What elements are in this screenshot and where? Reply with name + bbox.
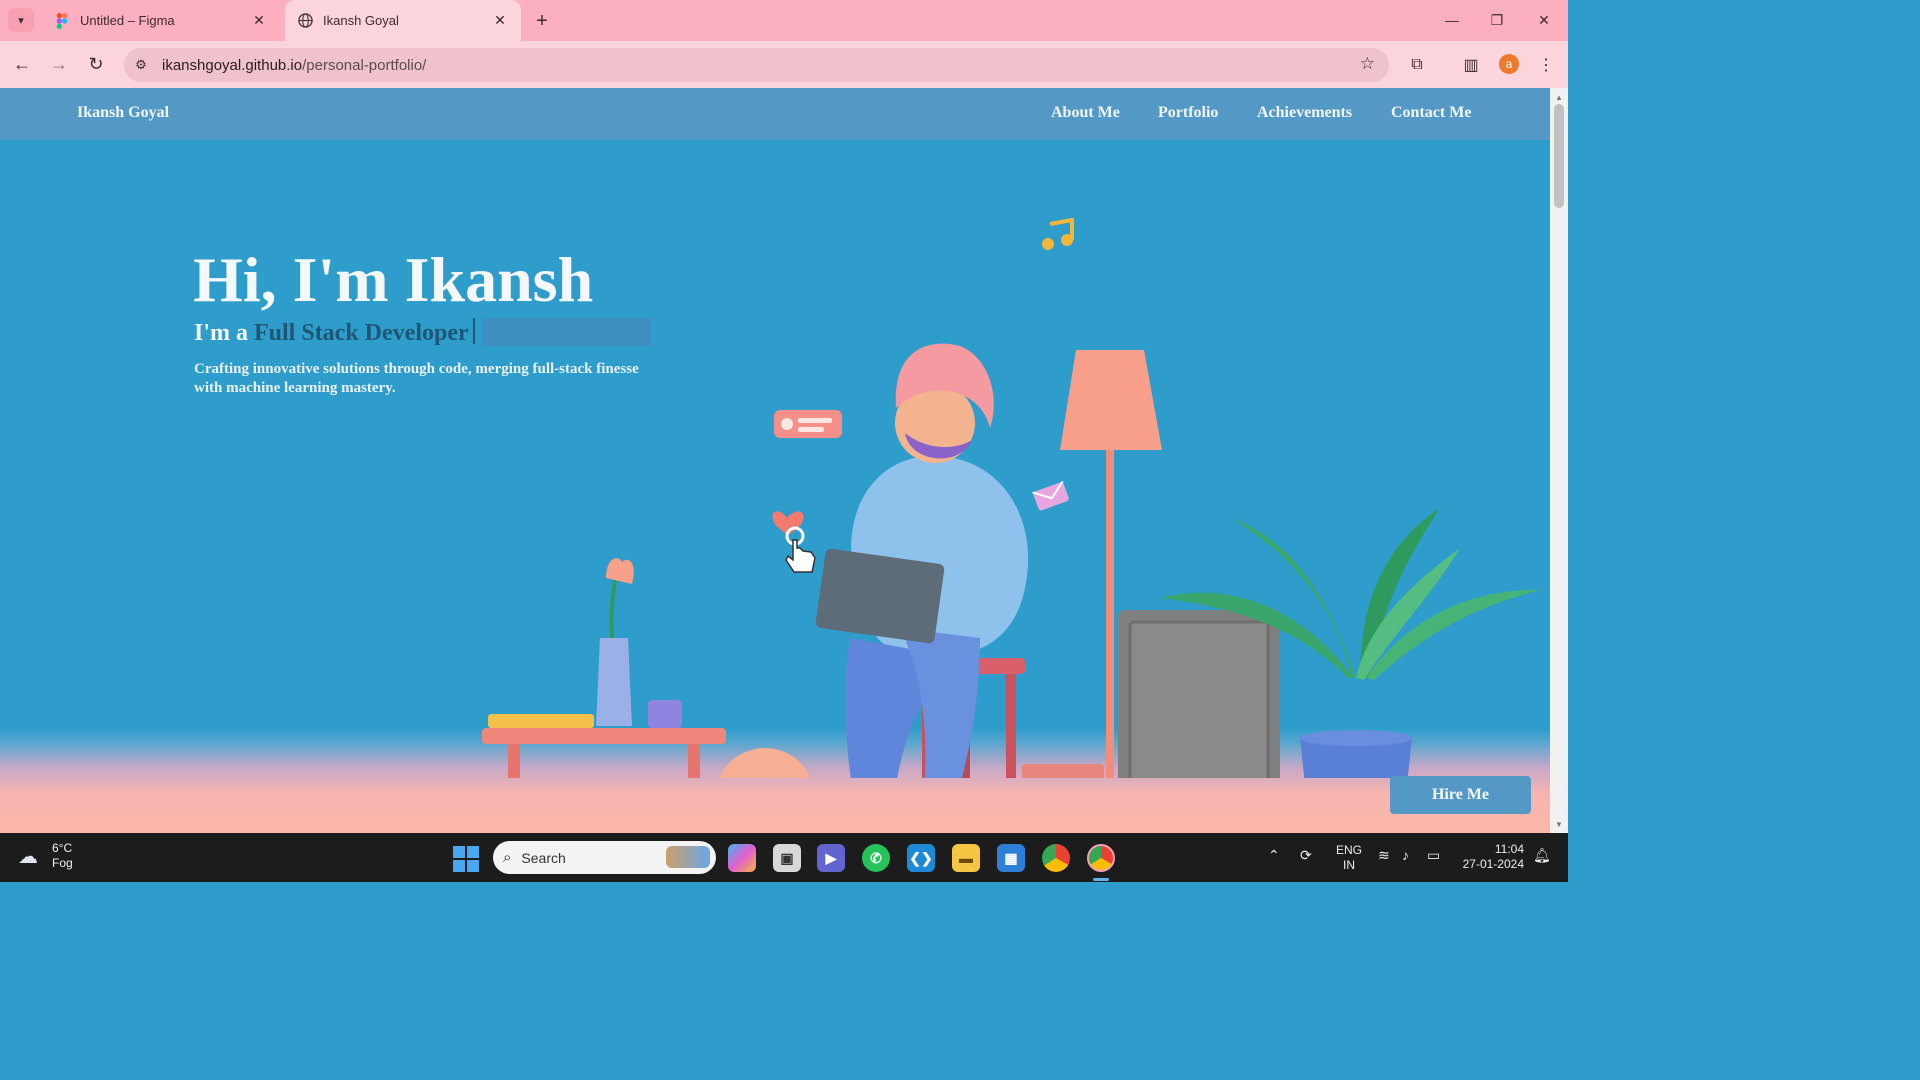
chat-bubble-icon bbox=[774, 410, 842, 438]
address-bar[interactable]: ⚙ ikanshgoyal.github.io/personal-portfol… bbox=[124, 48, 1389, 82]
battery-icon[interactable]: ▭ bbox=[1427, 847, 1440, 864]
music-note-icon bbox=[1042, 218, 1074, 250]
new-tab-button[interactable]: + bbox=[530, 9, 554, 33]
site-navbar: Ikansh Goyal About Me Portfolio Achievem… bbox=[0, 88, 1550, 140]
restore-window-icon[interactable]: ❐ bbox=[1482, 8, 1512, 32]
clock-time: 11:04 bbox=[1494, 842, 1524, 856]
site-brand[interactable]: Ikansh Goyal bbox=[77, 104, 169, 122]
side-panel-icon[interactable]: ▥ bbox=[1459, 53, 1483, 77]
figma-icon bbox=[54, 12, 70, 29]
typed-role-text: Full Stack Developer bbox=[254, 320, 469, 346]
globe-icon bbox=[297, 13, 313, 29]
weather-widget[interactable]: ☁ 6°C Fog bbox=[18, 841, 73, 871]
tab-ikansh-goyal[interactable]: Ikansh Goyal ✕ bbox=[285, 0, 521, 41]
language-indicator[interactable]: ENG IN bbox=[1336, 843, 1362, 873]
site-info-icon[interactable]: ⚙ bbox=[126, 50, 156, 80]
notification-bell-icon[interactable]: 🔔︎ bbox=[1533, 847, 1551, 864]
tab-strip: ▾ Untitled – Figma ✕ Ikansh Goyal ✕ + — … bbox=[0, 0, 1568, 41]
peach-ball bbox=[719, 748, 811, 778]
fog-cloud-icon: ☁ bbox=[18, 845, 38, 868]
nav-link-portfolio[interactable]: Portfolio bbox=[1158, 104, 1218, 122]
search-label: Search bbox=[521, 849, 566, 866]
weather-temperature: 6°C bbox=[52, 841, 73, 855]
developer-illustration bbox=[482, 218, 1540, 778]
minimize-window-icon[interactable]: — bbox=[1437, 8, 1467, 32]
windows-taskbar: ☁ 6°C Fog ⌕ Search ▣ ▶ ✆ ❮❯ ▬ ▦ ⌃ ⟳ ENG … bbox=[0, 833, 1568, 882]
url-text[interactable]: ikanshgoyal.github.io/personal-portfolio… bbox=[162, 57, 426, 74]
nav-link-contact-me[interactable]: Contact Me bbox=[1391, 104, 1471, 122]
browser-toolbar: ← → ↻ ⚙ ikanshgoyal.github.io/personal-p… bbox=[0, 41, 1568, 88]
tab-search-button[interactable]: ▾ bbox=[8, 8, 34, 32]
extensions-icon[interactable]: ⧉ bbox=[1405, 53, 1429, 77]
whatsapp-icon[interactable]: ✆ bbox=[862, 844, 890, 872]
side-table bbox=[482, 558, 726, 778]
reload-icon[interactable]: ↻ bbox=[83, 51, 109, 77]
pointer-hand-icon bbox=[785, 526, 816, 573]
back-arrow-icon[interactable]: ← bbox=[9, 51, 35, 77]
tab-title: Untitled – Figma bbox=[80, 13, 175, 28]
file-explorer-icon[interactable]: ▬ bbox=[952, 844, 980, 872]
close-tab-icon[interactable]: ✕ bbox=[250, 12, 268, 30]
windows-start-icon[interactable] bbox=[453, 846, 479, 872]
mail-icon bbox=[1032, 480, 1069, 511]
chrome-icon[interactable] bbox=[1042, 844, 1070, 872]
close-window-icon[interactable]: ✕ bbox=[1529, 8, 1559, 32]
hero-subtitle-prefix: I'm a bbox=[194, 320, 248, 346]
volume-icon[interactable]: ♪ bbox=[1402, 847, 1409, 863]
forward-arrow-icon[interactable]: → bbox=[46, 51, 72, 77]
copilot-icon[interactable] bbox=[728, 844, 756, 872]
page-scrollbar[interactable]: ▲ ▼ bbox=[1550, 88, 1568, 833]
scroll-thumb[interactable] bbox=[1554, 104, 1564, 208]
hire-me-button[interactable]: Hire Me bbox=[1390, 776, 1531, 814]
clock-date: 27-01-2024 bbox=[1462, 857, 1524, 871]
scroll-up-icon[interactable]: ▲ bbox=[1554, 92, 1564, 102]
tab-title: Ikansh Goyal bbox=[323, 13, 399, 28]
close-tab-icon[interactable]: ✕ bbox=[491, 12, 509, 30]
vscode-icon[interactable]: ❮❯ bbox=[907, 844, 935, 872]
nav-link-achievements[interactable]: Achievements bbox=[1257, 104, 1352, 122]
wifi-icon[interactable]: ≋ bbox=[1378, 847, 1390, 864]
teams-meet-icon[interactable]: ▶ bbox=[817, 844, 845, 872]
scroll-down-icon[interactable]: ▼ bbox=[1554, 819, 1564, 829]
nav-link-about-me[interactable]: About Me bbox=[1051, 104, 1120, 122]
bookmark-star-icon[interactable]: ☆ bbox=[1360, 54, 1375, 74]
taskbar-search[interactable]: ⌕ Search bbox=[493, 841, 716, 874]
task-view-icon[interactable]: ▣ bbox=[773, 844, 801, 872]
page-viewport: Ikansh Goyal About Me Portfolio Achievem… bbox=[0, 88, 1550, 833]
search-icon: ⌕ bbox=[503, 849, 512, 866]
tab-figma[interactable]: Untitled – Figma ✕ bbox=[42, 0, 280, 41]
pink-box bbox=[1022, 764, 1104, 778]
chrome-profile-icon[interactable] bbox=[1087, 844, 1115, 872]
active-app-indicator bbox=[1093, 878, 1109, 881]
weather-condition: Fog bbox=[52, 856, 73, 870]
hero-subtitle: I'm a Full Stack Developer bbox=[194, 318, 475, 347]
developer-character bbox=[815, 343, 1029, 778]
sync-icon[interactable]: ⟳ bbox=[1300, 847, 1312, 864]
profile-avatar[interactable]: a bbox=[1499, 54, 1519, 74]
microsoft-store-icon[interactable]: ▦ bbox=[997, 844, 1025, 872]
menu-kebab-icon[interactable]: ⋮ bbox=[1534, 53, 1558, 77]
search-highlight-icon bbox=[666, 846, 710, 868]
system-clock[interactable]: 11:04 27-01-2024 bbox=[1460, 842, 1524, 872]
show-hidden-icons-icon[interactable]: ⌃ bbox=[1268, 847, 1280, 864]
